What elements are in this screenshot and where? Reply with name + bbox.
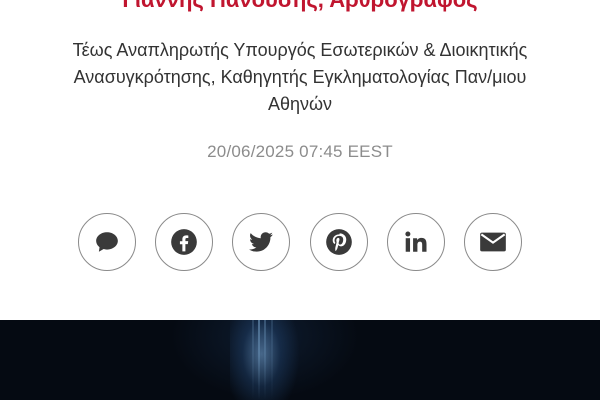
facebook-share-button[interactable]	[155, 213, 214, 271]
author-name-link[interactable]: Γιάννης Πανούσης, Αρθρογράφος	[0, 0, 600, 14]
publish-timestamp: 20/06/2025 07:45 EEST	[207, 142, 393, 161]
facebook-icon	[170, 228, 198, 256]
comment-icon	[94, 229, 120, 255]
author-bio: Τέως Αναπληρωτής Υπουργός Εσωτερικών & Δ…	[72, 40, 528, 114]
pinterest-share-button[interactable]	[309, 213, 368, 271]
twitter-icon	[247, 229, 275, 255]
article-hero-image	[0, 320, 600, 400]
pinterest-icon	[325, 228, 353, 256]
article-page: Γιάννης Πανούσης, Αρθρογράφος Τέως Αναπλ…	[0, 0, 600, 400]
email-icon	[479, 231, 507, 253]
share-bar	[78, 213, 522, 273]
linkedin-share-button[interactable]	[386, 213, 445, 271]
email-share-button[interactable]	[463, 213, 522, 271]
linkedin-icon	[403, 229, 429, 255]
twitter-share-button[interactable]	[232, 213, 291, 271]
comment-button[interactable]	[78, 213, 136, 271]
